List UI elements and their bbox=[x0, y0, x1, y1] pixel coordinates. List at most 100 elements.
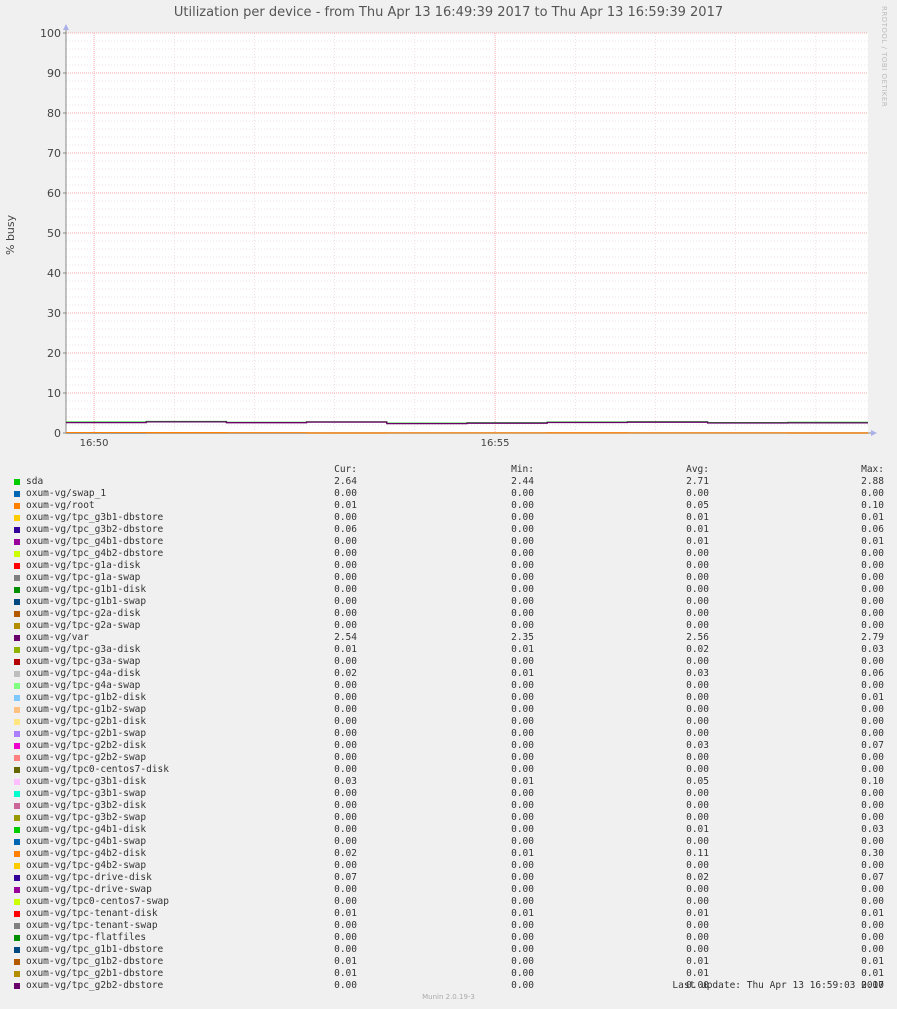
legend-row: oxum-vg/tpc_g4b2-dbstore 0.00 0.00 0.00 0.00 bbox=[0, 548, 897, 560]
legend-max-value: 0.00 bbox=[861, 656, 884, 667]
legend-avg-value: 0.00 bbox=[686, 584, 709, 595]
legend-row: oxum-vg/tpc-drive-swap 0.00 0.00 0.00 0.00 bbox=[0, 884, 897, 896]
legend-swatch bbox=[14, 755, 20, 761]
legend-min-value: 0.00 bbox=[511, 872, 534, 883]
legend-row: oxum-vg/tpc-g3b2-disk 0.00 0.00 0.00 0.00 bbox=[0, 800, 897, 812]
legend-avg-value: 0.00 bbox=[686, 680, 709, 691]
legend-cur-value: 0.07 bbox=[334, 872, 357, 883]
legend-row: oxum-vg/tpc-g1b1-disk 0.00 0.00 0.00 0.00 bbox=[0, 584, 897, 596]
legend-avg-value: 0.00 bbox=[686, 560, 709, 571]
legend-cur-value: 0.00 bbox=[334, 800, 357, 811]
y-tick-label: 60 bbox=[47, 187, 61, 200]
legend-cur-value: 0.00 bbox=[334, 704, 357, 715]
legend-avg-value: 0.11 bbox=[686, 848, 709, 859]
legend-min-value: 0.00 bbox=[511, 932, 534, 943]
legend-avg-value: 0.00 bbox=[686, 896, 709, 907]
legend-avg-value: 0.00 bbox=[686, 860, 709, 871]
legend-min-value: 2.44 bbox=[511, 476, 534, 487]
legend-cur-value: 0.00 bbox=[334, 656, 357, 667]
legend-row: oxum-vg/tpc-g3b1-disk 0.03 0.01 0.05 0.10 bbox=[0, 776, 897, 788]
legend-max-value: 0.00 bbox=[861, 920, 884, 931]
legend-max-value: 2.79 bbox=[861, 632, 884, 643]
legend-max-value: 0.00 bbox=[861, 572, 884, 583]
legend-min-value: 0.00 bbox=[511, 980, 534, 991]
legend-cur-value: 0.01 bbox=[334, 968, 357, 979]
legend-max-value: 0.01 bbox=[861, 512, 884, 523]
legend-swatch bbox=[14, 791, 20, 797]
legend-avg-value: 0.00 bbox=[686, 932, 709, 943]
legend-min-value: 0.00 bbox=[511, 884, 534, 895]
legend-cur-value: 0.00 bbox=[334, 764, 357, 775]
utilization-chart: 0 10 20 30 40 50 60 70 80 90 100 16:50 16:55 bbox=[40, 24, 877, 449]
legend-cur-value: 0.00 bbox=[334, 596, 357, 607]
legend-row: oxum-vg/tpc_g3b2-dbstore 0.06 0.00 0.01 0.06 bbox=[0, 524, 897, 536]
legend-min-value: 0.00 bbox=[511, 608, 534, 619]
legend-avg-value: 0.01 bbox=[686, 524, 709, 535]
legend-min-value: 0.00 bbox=[511, 572, 534, 583]
legend-row: oxum-vg/tpc_g4b1-dbstore 0.00 0.00 0.01 0.01 bbox=[0, 536, 897, 548]
legend-min-value: 0.00 bbox=[511, 536, 534, 547]
legend-row: oxum-vg/tpc-g3b1-swap 0.00 0.00 0.00 0.00 bbox=[0, 788, 897, 800]
legend-series-name: oxum-vg/tpc-g2b2-disk bbox=[26, 740, 147, 751]
legend-row: oxum-vg/tpc0-centos7-disk 0.00 0.00 0.00 0.0… bbox=[0, 764, 897, 776]
legend-row: oxum-vg/tpc-g2b2-swap 0.00 0.00 0.00 0.00 bbox=[0, 752, 897, 764]
legend-row: oxum-vg/tpc-g3b2-swap 0.00 0.00 0.00 0.00 bbox=[0, 812, 897, 824]
legend-cur-value: 0.00 bbox=[334, 788, 357, 799]
legend-row: oxum-vg/tpc_g3b1-dbstore 0.00 0.00 0.01 0.01 bbox=[0, 512, 897, 524]
legend-max-value: 0.00 bbox=[861, 752, 884, 763]
legend-max-value: 0.03 bbox=[861, 644, 884, 655]
y-tick-label: 90 bbox=[47, 67, 61, 80]
legend-swatch bbox=[14, 851, 20, 857]
legend-max-value: 0.07 bbox=[861, 740, 884, 751]
legend-min-value: 0.00 bbox=[511, 968, 534, 979]
legend-min-value: 0.01 bbox=[511, 776, 534, 787]
legend-row: oxum-vg/tpc-tenant-swap 0.00 0.00 0.00 0.00 bbox=[0, 920, 897, 932]
legend-max-value: 0.00 bbox=[861, 812, 884, 823]
legend-row: oxum-vg/tpc-g2a-swap 0.00 0.00 0.00 0.00 bbox=[0, 620, 897, 632]
legend-series-name: oxum-vg/tpc-drive-disk bbox=[26, 872, 152, 883]
legend-series-name: oxum-vg/tpc-g1a-disk bbox=[26, 560, 141, 571]
legend-avg-value: 0.00 bbox=[686, 716, 709, 727]
legend-header-min: Min: bbox=[511, 464, 534, 475]
legend-swatch bbox=[14, 479, 20, 485]
legend-swatch bbox=[14, 707, 20, 713]
legend-max-value: 0.00 bbox=[861, 680, 884, 691]
legend-cur-value: 0.00 bbox=[334, 488, 357, 499]
legend-row: sda 2.64 2.44 2.71 2.88 bbox=[0, 476, 897, 488]
legend-series-name: oxum-vg/tpc_g3b1-dbstore bbox=[26, 512, 164, 523]
legend-max-value: 0.00 bbox=[861, 764, 884, 775]
legend-cur-value: 0.00 bbox=[334, 584, 357, 595]
legend-swatch bbox=[14, 779, 20, 785]
legend-swatch bbox=[14, 839, 20, 845]
legend-row: oxum-vg/tpc-g1a-disk 0.00 0.00 0.00 0.00 bbox=[0, 560, 897, 572]
legend-series-name: oxum-vg/tpc-g1b2-disk bbox=[26, 692, 147, 703]
legend-swatch bbox=[14, 923, 20, 929]
legend-max-value: 0.00 bbox=[861, 620, 884, 631]
legend-row: oxum-vg/tpc-g3a-disk 0.01 0.01 0.02 0.03 bbox=[0, 644, 897, 656]
legend-series-name: oxum-vg/tpc-g2b2-swap bbox=[26, 752, 147, 763]
legend-min-value: 2.35 bbox=[511, 632, 534, 643]
legend-cur-value: 0.00 bbox=[334, 572, 357, 583]
legend-row: oxum-vg/tpc-g4a-disk 0.02 0.01 0.03 0.06 bbox=[0, 668, 897, 680]
legend-series-name: sda bbox=[26, 476, 44, 487]
legend-cur-value: 0.00 bbox=[334, 608, 357, 619]
legend-series-name: oxum-vg/tpc_g3b2-dbstore bbox=[26, 524, 164, 535]
legend-swatch bbox=[14, 767, 20, 773]
y-tick-label: 100 bbox=[40, 27, 61, 40]
legend-cur-value: 0.00 bbox=[334, 824, 357, 835]
legend-series-name: oxum-vg/tpc0-centos7-disk bbox=[26, 764, 169, 775]
legend-min-value: 0.00 bbox=[511, 596, 534, 607]
legend-row: oxum-vg/tpc-g4b2-disk 0.02 0.01 0.11 0.30 bbox=[0, 848, 897, 860]
legend-swatch bbox=[14, 695, 20, 701]
legend-cur-value: 0.00 bbox=[334, 620, 357, 631]
legend-min-value: 0.01 bbox=[511, 668, 534, 679]
legend-row: oxum-vg/tpc-g1b2-swap 0.00 0.00 0.00 0.00 bbox=[0, 704, 897, 716]
legend-max-value: 0.06 bbox=[861, 668, 884, 679]
legend-series-name: oxum-vg/tpc-g2b1-swap bbox=[26, 728, 147, 739]
legend-max-value: 0.00 bbox=[861, 488, 884, 499]
y-tick-label: 80 bbox=[47, 107, 61, 120]
x-tick-label: 16:55 bbox=[481, 438, 510, 449]
legend-min-value: 0.00 bbox=[511, 896, 534, 907]
legend-max-value: 0.00 bbox=[861, 800, 884, 811]
legend-series-name: oxum-vg/root bbox=[26, 500, 95, 511]
